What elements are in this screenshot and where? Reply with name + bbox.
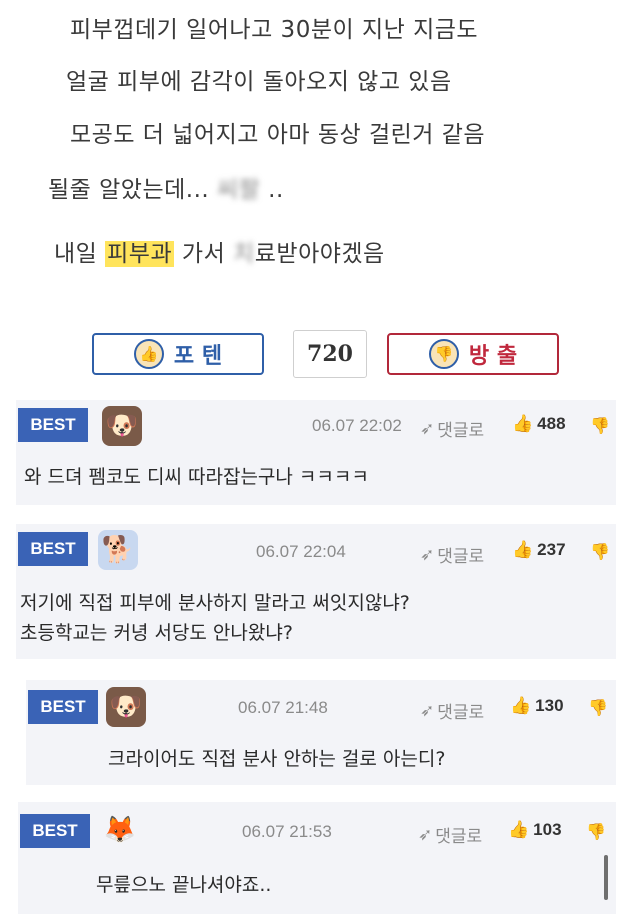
post-line-5: 내일 피부과 가서 치료받아야겠음 [54, 234, 385, 268]
upvote-button[interactable]: 👍 포 텐 [92, 333, 264, 375]
comment-time: 06.07 21:53 [242, 822, 332, 841]
comment-time: 06.07 22:04 [256, 542, 346, 561]
dog-icon: 🐶 [102, 406, 142, 446]
thumbs-up-icon: 👍 [133, 339, 164, 369]
scrollbar[interactable] [604, 855, 608, 900]
comment-text: 와 드뎌 펨코도 디씨 따라잡는구나 ㅋㅋㅋㅋ [24, 466, 369, 488]
best-badge: BEST [28, 690, 98, 724]
fox-icon: 🦊 [100, 810, 140, 850]
thumbs-up-icon: 👍 [512, 540, 534, 559]
reply-arrow-icon: ➶ [420, 418, 435, 438]
thumbs-down-icon[interactable]: 👎 [590, 542, 610, 561]
like-button[interactable]: 👍 103 [508, 820, 562, 840]
thumbs-down-icon[interactable]: 👎 [590, 416, 610, 435]
reply-link[interactable]: ➶ 댓글로 [420, 698, 484, 723]
vote-count: 720 [293, 330, 367, 378]
comment-text: 무릎으노 끝나셔야죠.. [96, 874, 272, 896]
post-line-1: 피부껍데기 일어나고 30분이 지난 지금도 [70, 17, 479, 43]
dog-icon: 🐶 [106, 687, 146, 727]
censored-text: 씨팔 [217, 177, 261, 203]
downvote-label: 방 출 [468, 343, 518, 369]
comment-4: BEST 🦊 06.07 21:53 ➶ 댓글로 👍 103 👎 무릎으노 끝나셔야… [18, 802, 616, 914]
comment-text: 크라이어도 직접 분사 안하는 걸로 아는디? [108, 748, 446, 770]
reply-link[interactable]: ➶ 댓글로 [420, 542, 484, 567]
comment-time: 06.07 22:02 [312, 416, 402, 435]
white-dog-icon: 🐕 [98, 530, 138, 570]
thumbs-down-icon[interactable]: 👎 [586, 822, 606, 841]
highlighted-text: 피부과 [105, 241, 175, 267]
post-line-3: 모공도 더 넓어지고 아마 동상 걸린거 같음 [70, 122, 486, 148]
reply-arrow-icon: ➶ [420, 700, 435, 720]
best-badge: BEST [20, 814, 90, 848]
reply-arrow-icon: ➶ [418, 824, 433, 844]
best-badge: BEST [18, 408, 88, 442]
comment-3: BEST 🐶 06.07 21:48 ➶ 댓글로 👍 130 👎 크라이어도 직접 … [26, 680, 616, 785]
comment-2: BEST 🐕 06.07 22:04 ➶ 댓글로 👍 237 👎 저기에 직접 피부… [16, 524, 616, 659]
thumbs-up-icon: 👍 [508, 820, 530, 839]
thumbs-down-icon: 👎 [428, 339, 459, 369]
comment-text: 저기에 직접 피부에 분사하지 말라고 써잇지않냐? 초등학교는 커녕 서당도 … [20, 592, 410, 644]
censored-text: 치 [233, 241, 255, 267]
like-button[interactable]: 👍 237 [512, 540, 566, 560]
thumbs-down-icon[interactable]: 👎 [588, 698, 608, 717]
post-line-2: 얼굴 피부에 감각이 돌아오지 않고 있음 [66, 69, 452, 95]
post-line-4: 될줄 알았는데... 씨팔 .. [48, 170, 284, 204]
best-badge: BEST [18, 532, 88, 566]
comment-time: 06.07 21:48 [238, 698, 328, 717]
thumbs-up-icon: 👍 [512, 414, 534, 433]
thumbs-up-icon: 👍 [510, 696, 532, 715]
reply-link[interactable]: ➶ 댓글로 [418, 822, 482, 847]
reply-arrow-icon: ➶ [420, 544, 435, 564]
like-button[interactable]: 👍 488 [512, 414, 566, 434]
comment-1: BEST 🐶 06.07 22:02 ➶ 댓글로 👍 488 👎 와 드뎌 펨코도 … [16, 400, 616, 505]
like-button[interactable]: 👍 130 [510, 696, 564, 716]
downvote-button[interactable]: 👎 방 출 [387, 333, 559, 375]
reply-link[interactable]: ➶ 댓글로 [420, 416, 484, 441]
upvote-label: 포 텐 [173, 343, 223, 369]
